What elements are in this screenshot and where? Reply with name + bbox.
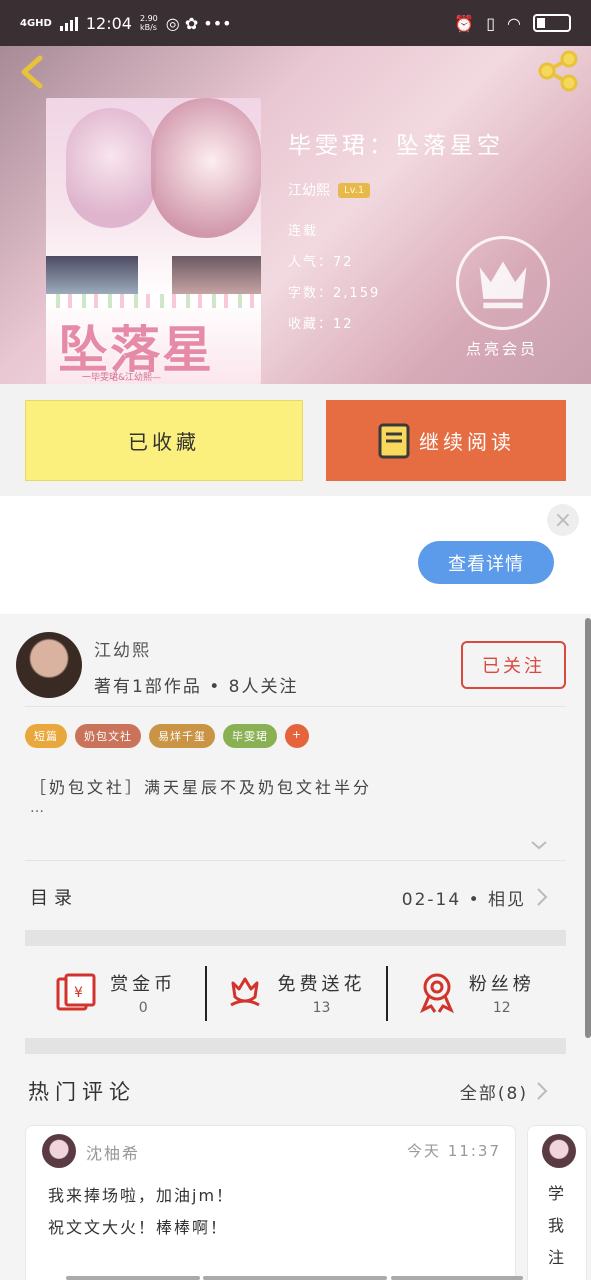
tag-item[interactable]: 短篇: [25, 724, 67, 748]
cover-art: [46, 294, 261, 308]
vip-label[interactable]: 点亮会员: [466, 338, 538, 359]
toc-latest-chapter: 02-14 • 相见: [401, 889, 526, 910]
network-label: 4GHD: [20, 17, 52, 29]
reward-value: 0: [138, 1000, 148, 1016]
cover-art: [66, 108, 156, 228]
author-stats: 著有1部作品 • 8人关注: [94, 677, 299, 697]
reward-value: 12: [492, 1000, 511, 1016]
chevron-right-icon: [537, 888, 548, 906]
comment-text: 我来捧场啦，加油jm！ 祝文文大火！棒棒啊！: [48, 1186, 235, 1237]
reward-label: 粉丝榜: [468, 974, 535, 995]
reward-label: 免费送花: [277, 974, 366, 995]
alarm-icon: ⏰: [454, 13, 475, 33]
comment-card[interactable]: 学我注: [527, 1125, 587, 1280]
medal-icon: [419, 973, 454, 1014]
action-bar: 已收藏 继续阅读: [0, 384, 591, 496]
cover-subtitle: 一毕雯珺&江幼熙—: [82, 373, 162, 383]
reward-flower[interactable]: 免费送花 13: [205, 948, 385, 1038]
comment-time: 今天 11:37: [407, 1142, 501, 1160]
section-separator: [25, 930, 566, 946]
book-icon: [378, 423, 410, 458]
author-name: 江幼熙: [94, 641, 151, 661]
tag-list: 短篇 奶包文社 易烊千玺 毕雯珺 +: [25, 724, 310, 748]
book-title: 毕雯珺：坠落星空: [288, 133, 504, 159]
follow-button[interactable]: 已关注: [461, 641, 566, 689]
comment-user[interactable]: 沈柚希: [86, 1140, 140, 1164]
book-header: 坠落星空 一毕雯珺&江幼熙— 毕雯珺：坠落星空 江幼熙 Lv.1 连载 人气：7…: [0, 46, 591, 384]
section-separator: [25, 1038, 566, 1054]
flower-icon: [230, 977, 261, 1007]
scroll-indicator: [391, 1276, 523, 1280]
hot-comments-header: 热门评论 全部(8): [28, 1076, 550, 1106]
close-icon[interactable]: ×: [547, 504, 579, 536]
svg-text:¥: ¥: [74, 985, 83, 1001]
continue-read-button[interactable]: 继续阅读: [326, 400, 566, 481]
tag-item[interactable]: 易烊千玺: [149, 724, 215, 748]
book-cover[interactable]: 坠落星空 一毕雯珺&江幼熙—: [46, 98, 261, 384]
view-detail-button[interactable]: 查看详情: [418, 541, 554, 584]
tag-item[interactable]: 奶包文社: [75, 724, 141, 748]
reward-fans[interactable]: 粉丝榜 12: [385, 948, 566, 1038]
divider: [25, 706, 566, 707]
scroll-indicator: [203, 1276, 387, 1280]
collected-button[interactable]: 已收藏: [25, 400, 303, 481]
vibrate-icon: ▯: [486, 13, 496, 33]
book-author[interactable]: 江幼熙: [288, 180, 330, 200]
book-intro: ［奶包文社］满天星辰不及奶包文社半分: [30, 778, 373, 797]
back-arrow-icon[interactable]: [14, 52, 54, 92]
book-detail-panel: 江幼熙 著有1部作品 • 8人关注 已关注 短篇 奶包文社 易烊千玺 毕雯珺 +…: [0, 614, 591, 1280]
tag-item[interactable]: 毕雯珺: [223, 724, 277, 748]
intro-ellipsis: …: [30, 800, 44, 816]
status-bar: 4GHD 12:04 2.90 kB/s ◎ ✿ ••• ⏰ ▯ ◠ 70: [0, 0, 591, 46]
level-badge: Lv.1: [338, 182, 371, 198]
gold-coin-envelope-icon: ¥: [56, 973, 96, 1011]
reward-label: 赏金币: [110, 974, 177, 995]
all-comments-link[interactable]: 全部(8): [460, 1079, 528, 1104]
cover-art: [46, 256, 138, 296]
net-speed: 2.90 kB/s: [139, 14, 158, 32]
continue-read-label: 继续阅读: [419, 430, 515, 454]
reward-value: 13: [312, 1000, 331, 1016]
clock: 12:04: [85, 13, 132, 33]
divider: [25, 860, 566, 861]
chevron-right-icon[interactable]: [534, 1081, 550, 1101]
avatar[interactable]: [42, 1134, 76, 1168]
app-icon: ◎ ✿ •••: [165, 13, 232, 33]
avatar[interactable]: [542, 1134, 576, 1168]
wifi-icon: ◠: [507, 13, 521, 33]
hot-comments-title: 热门评论: [28, 1080, 136, 1104]
signal-icon: [59, 15, 78, 31]
battery-icon: 70: [533, 14, 571, 32]
scrollbar[interactable]: [585, 618, 591, 1038]
avatar[interactable]: [16, 632, 82, 698]
reward-coin[interactable]: ¥ 赏金币 0: [25, 948, 205, 1038]
cover-art: [151, 98, 261, 238]
add-tag-button[interactable]: +: [285, 724, 310, 748]
rewards-row: ¥ 赏金币 0 免费送花 13 粉丝榜 12: [25, 948, 566, 1038]
vip-crown-icon[interactable]: [456, 236, 550, 330]
share-icon[interactable]: [535, 48, 581, 94]
ad-banner: × 查看详情: [0, 496, 591, 614]
cover-art: [172, 256, 261, 296]
comment-card[interactable]: 沈柚希 今天 11:37 我来捧场啦，加油jm！ 祝文文大火！棒棒啊！: [25, 1125, 516, 1280]
comment-text: 学我注: [548, 1184, 565, 1267]
chevron-down-icon[interactable]: [530, 836, 548, 854]
scroll-indicator: [66, 1276, 200, 1280]
toc-label: 目录: [30, 888, 78, 909]
table-of-contents-row[interactable]: 目录 02-14 • 相见: [30, 884, 550, 910]
author-card[interactable]: 江幼熙 著有1部作品 • 8人关注 已关注: [16, 632, 576, 702]
